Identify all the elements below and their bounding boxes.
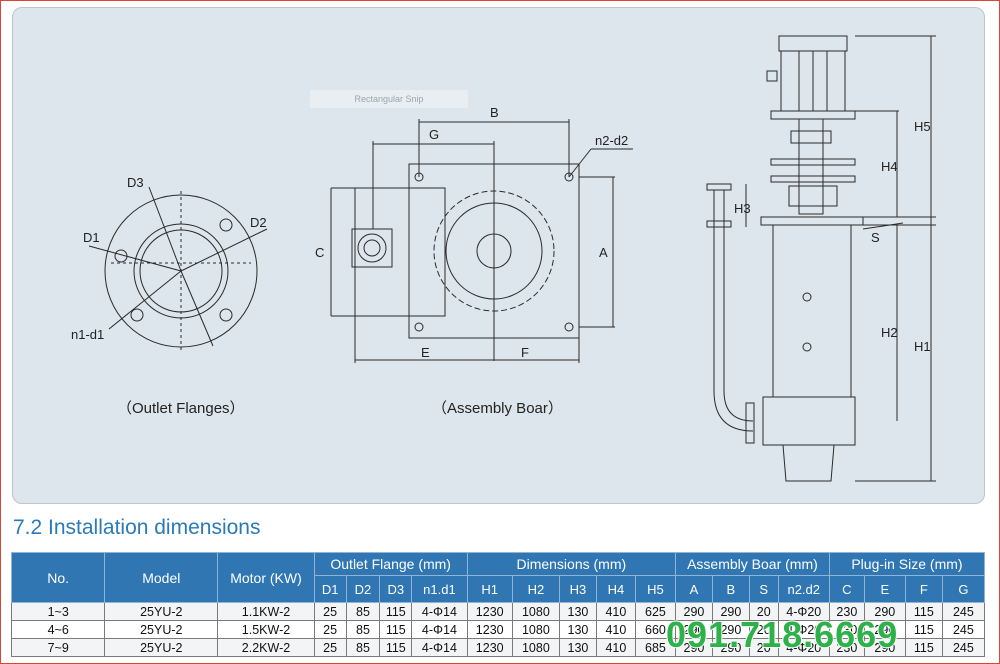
subheader-cell: C: [828, 575, 865, 603]
table-cell: 85: [345, 620, 381, 639]
table-cell: 85: [345, 602, 381, 621]
label-b: B: [490, 105, 499, 120]
header-dimensions: Dimensions (mm): [466, 552, 676, 576]
table-cell: 410: [595, 638, 636, 657]
subheader-cell: D1: [313, 575, 347, 603]
label-h2: H2: [881, 325, 898, 340]
label-d1: D1: [83, 230, 100, 245]
table-cell: 4~6: [10, 620, 106, 639]
label-h5: H5: [914, 119, 931, 134]
subheader-cell: D3: [379, 575, 413, 603]
header-outlet-flange: Outlet Flange (mm): [313, 552, 468, 576]
outlet-flange-drawing: [88, 186, 268, 351]
table-cell: 4-Φ14: [411, 602, 468, 621]
table-cell: 1.1KW-2: [217, 602, 315, 621]
table-cell: 1230: [466, 620, 513, 639]
table-cell: 1230: [466, 638, 513, 657]
subheader-cell: H3: [558, 575, 597, 603]
label-h3: H3: [734, 201, 751, 216]
label-a: A: [599, 245, 608, 260]
section-title: 7.2 Installation dimensions: [13, 516, 261, 539]
label-e: E: [421, 345, 430, 360]
table-cell: 115: [904, 620, 943, 639]
table-cell: 1080: [511, 638, 560, 657]
table-header-row: No. Model Motor (KW) Outlet Flange (mm) …: [10, 552, 986, 603]
table-cell: 1080: [511, 602, 560, 621]
table-cell: 25YU-2: [104, 602, 219, 621]
table-cell: 245: [941, 602, 986, 621]
table-cell: 4-Φ14: [411, 620, 468, 639]
caption-outlet-flanges: （Outlet Flanges）: [117, 400, 245, 417]
subheader-cell: F: [904, 575, 943, 603]
header-plugin-size: Plug-in Size (mm): [828, 552, 986, 576]
label-d2: D2: [250, 215, 267, 230]
subheader-cell: n2.d2: [777, 575, 830, 603]
table-cell: 2.2KW-2: [217, 638, 315, 657]
header-assembly-boar: Assembly Boar (mm): [674, 552, 830, 576]
label-s: S: [871, 230, 880, 245]
assembly-board-drawing: [330, 119, 633, 363]
table-cell: 115: [379, 638, 413, 657]
table-cell: 115: [904, 602, 943, 621]
table-cell: 7~9: [10, 638, 106, 657]
label-f: F: [521, 345, 529, 360]
subheader-cell: G: [941, 575, 986, 603]
label-g: G: [429, 127, 439, 142]
table-cell: 1230: [466, 602, 513, 621]
table-cell: 115: [379, 602, 413, 621]
table-cell: 245: [941, 620, 986, 639]
table-cell: 25: [313, 602, 347, 621]
table-cell: 245: [941, 638, 986, 657]
label-n2-d2: n2-d2: [595, 133, 628, 148]
table-cell: 1.5KW-2: [217, 620, 315, 639]
table-cell: 130: [558, 602, 597, 621]
table-cell: 1080: [511, 620, 560, 639]
caption-assembly-boar: （Assembly Boar）: [432, 400, 563, 417]
subheader-cell: A: [674, 575, 713, 603]
table-cell: 1~3: [10, 602, 106, 621]
label-d3: D3: [127, 175, 144, 190]
table-cell: 410: [595, 602, 636, 621]
technical-drawing: D3 D1 D2 n1-d1 B G n2-d2 C A E F H5 H4 H…: [71, 35, 936, 482]
drawing-panel: Rectangular Snip D3 D1 D2 n1-d1 B G n2-d…: [12, 7, 985, 504]
header-no: No.: [10, 552, 106, 603]
subheader-cell: S: [748, 575, 779, 603]
table-cell: 85: [345, 638, 381, 657]
subheader-cell: E: [863, 575, 906, 603]
subheader-cell: H4: [595, 575, 636, 603]
phone-watermark: 091.718.6669: [665, 613, 899, 656]
table-cell: 130: [558, 638, 597, 657]
subheader-cell: B: [711, 575, 750, 603]
table-cell: 25: [313, 638, 347, 657]
label-h4: H4: [881, 159, 898, 174]
header-motor: Motor (KW): [217, 552, 315, 603]
table-cell: 25: [313, 620, 347, 639]
table-cell: 115: [904, 638, 943, 657]
subheader-cell: H1: [466, 575, 513, 603]
label-n1-d1: n1-d1: [71, 327, 104, 342]
subheader-cell: H2: [511, 575, 560, 603]
table-cell: 115: [379, 620, 413, 639]
subheader-cell: H5: [634, 575, 676, 603]
table-cell: 130: [558, 620, 597, 639]
pump-side-view-drawing: [706, 35, 936, 482]
subheader-cell: D2: [345, 575, 381, 603]
subheader-cell: n1.d1: [411, 575, 468, 603]
table-cell: 410: [595, 620, 636, 639]
label-c: C: [315, 245, 324, 260]
table-cell: 25YU-2: [104, 620, 219, 639]
table-cell: 25YU-2: [104, 638, 219, 657]
table-cell: 4-Φ14: [411, 638, 468, 657]
header-model: Model: [104, 552, 219, 603]
label-h1: H1: [914, 339, 931, 354]
